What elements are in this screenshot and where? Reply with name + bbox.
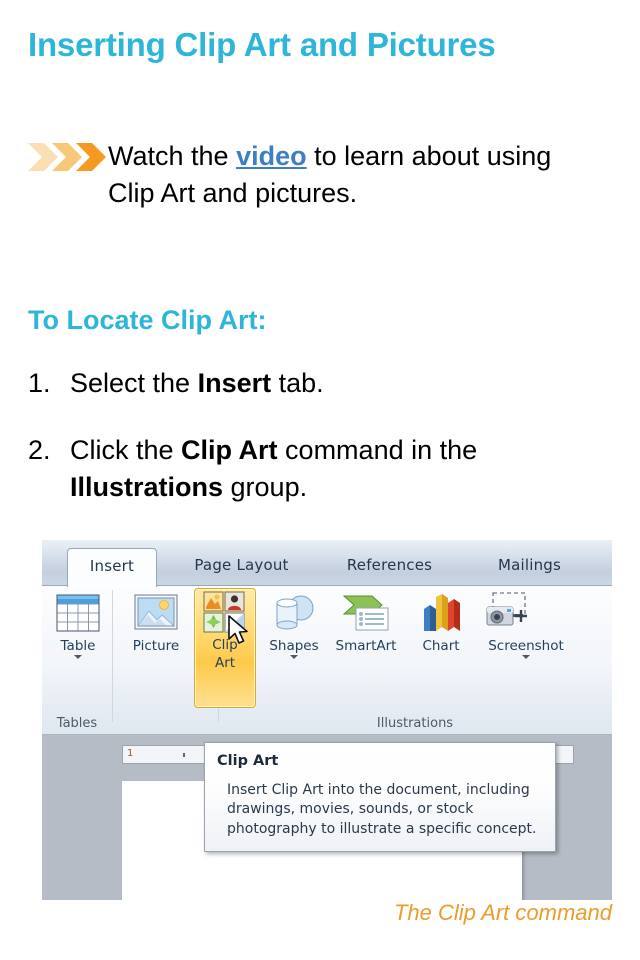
smartart-button[interactable]: SmartArt [329,590,403,654]
tab-references[interactable]: References [327,548,452,586]
table-button[interactable]: Table [42,590,115,660]
step2-after: group. [223,471,308,502]
bullet-text: Watch the video to learn about using Cli… [108,138,586,212]
smartart-icon [329,590,403,636]
step1-bold: Insert [197,368,272,398]
list-item-number: 1. [28,368,51,398]
picture-icon [119,590,193,636]
page-title: Inserting Clip Art and Pictures [28,26,496,63]
list-item-text: Select the Insert tab. [70,365,613,402]
ribbon-screenshot-image: Insert Page Layout References Mailings T… [42,540,612,900]
clip-art-label-line2: Art [214,655,236,672]
screenshot-icon [472,590,546,636]
list-item: 2. Click the Clip Art command in the Ill… [28,432,613,506]
bullet-item: Watch the video to learn about using Cli… [26,138,586,212]
tab-mailings[interactable]: Mailings [472,548,587,586]
video-link[interactable]: video [236,141,307,171]
tab-insert[interactable]: Insert [67,548,157,587]
step2-mid: command in the [277,435,478,465]
bullet-text-before: Watch the [108,141,237,171]
chevron-down-icon[interactable] [290,655,298,660]
step2-bold: Clip Art [181,435,278,465]
group-label-illustrations: Illustrations [376,716,454,731]
step2-bold2: Illustrations [70,471,224,502]
clip-art-button[interactable]: Clip Art [194,588,256,708]
tab-page-layout[interactable]: Page Layout [174,548,309,586]
ribbon-tab-strip: Insert Page Layout References Mailings [42,540,612,587]
figure-caption: The Clip Art command [393,900,612,925]
shapes-label: Shapes [269,638,319,654]
screenshot-label: Screenshot [488,638,564,654]
clip-art-tooltip: Clip Art Insert Clip Art into the docume… [204,742,556,852]
list-item-text: Click the Clip Art command in the Illust… [70,432,613,506]
table-label: Table [60,638,96,654]
table-icon [42,590,115,636]
picture-button[interactable]: Picture [119,590,193,654]
chevron-down-icon[interactable] [522,655,530,660]
picture-label: Picture [132,638,180,654]
tooltip-body: Insert Clip Art into the document, inclu… [227,782,537,837]
step1-before: Select the [70,368,198,398]
triple-chevron-bullet-icon [26,140,110,174]
section-heading: To Locate Clip Art: [28,305,267,335]
group-label-tables: Tables [56,716,98,731]
ruler-tick [183,753,185,757]
smartart-label: SmartArt [335,638,397,654]
list-item-number: 2. [28,435,51,465]
chart-icon [404,590,478,636]
ribbon-body: Table Picture Clip Art Shapes SmartArt C… [42,586,612,735]
shapes-icon [257,590,331,636]
screenshot-button[interactable]: Screenshot [472,590,580,660]
list-item: 1. Select the Insert tab. [28,365,613,402]
mouse-pointer-icon [228,615,248,644]
shapes-button[interactable]: Shapes [257,590,331,660]
step1-after: tab. [271,368,324,398]
tooltip-title: Clip Art [217,753,279,769]
chart-label: Chart [422,638,460,654]
chart-button[interactable]: Chart [404,590,478,654]
step2-before: Click the [70,435,182,465]
chevron-down-icon[interactable] [74,655,82,660]
ruler-mark-1: 1 [127,748,134,759]
